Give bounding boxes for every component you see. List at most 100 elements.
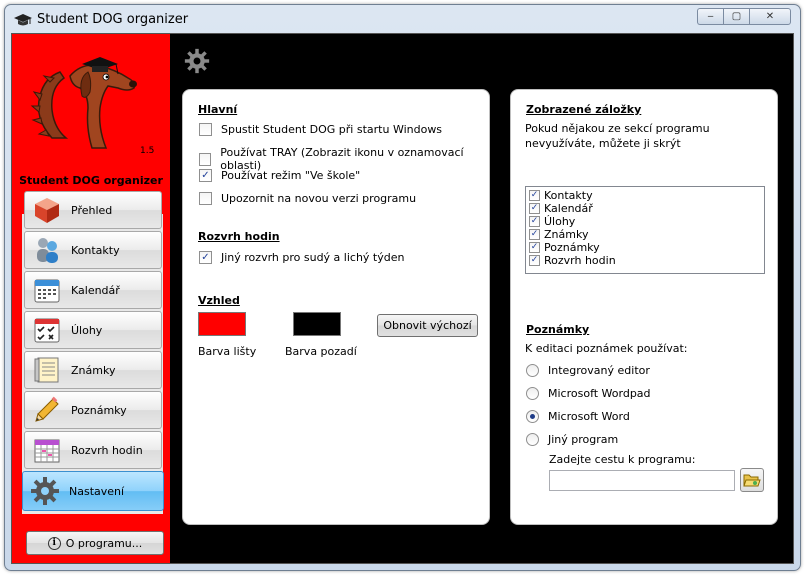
sidebar-item-znamky[interactable]: Známky — [24, 351, 162, 389]
tab-toggle-ulohy[interactable]: ✓ Úlohy — [529, 215, 761, 228]
notes-editor-integrated[interactable]: Integrovaný editor — [526, 364, 650, 377]
browse-folder-button[interactable] — [740, 468, 764, 492]
sidebar-item-label: Úlohy — [71, 323, 103, 337]
window-controls: ‒ ▢ ✕ — [697, 8, 791, 25]
sidebar-item-rozvrh-hodin[interactable]: Rozvrh hodin — [24, 431, 162, 469]
sidebar-item-ulohy[interactable]: Úlohy — [24, 311, 162, 349]
tab-toggle-rozvrh-hodin[interactable]: ✓ Rozvrh hodin — [529, 254, 761, 267]
mortarboard-icon — [14, 14, 32, 26]
sidebar: 1.5 Student DOG organizer Přehled Kontak… — [12, 34, 170, 563]
bar-color-swatch[interactable] — [198, 312, 246, 336]
checkbox-checked[interactable]: ✓ — [529, 229, 540, 240]
maximize-button[interactable]: ▢ — [723, 8, 749, 25]
bar-color-label: Barva lišty — [198, 345, 257, 358]
program-path-label: Zadejte cestu k programu: — [549, 453, 696, 466]
tasks-icon — [31, 314, 63, 346]
checkbox-checked[interactable]: ✓ — [529, 255, 540, 266]
option-label: Jiný rozvrh pro sudý a lichý týden — [221, 251, 405, 264]
tabs-section-title: Zobrazené záložky — [526, 103, 642, 116]
radio-label: Integrovaný editor — [548, 364, 650, 377]
settings-header-gear-icon — [184, 48, 210, 74]
about-button-label: O programu... — [65, 536, 143, 550]
cube-icon — [31, 194, 63, 226]
calendar-icon — [31, 274, 63, 306]
visible-tabs-list[interactable]: ✓ Kontakty ✓ Kalendář ✓ Úlohy ✓ Známky ✓ Pozn… — [525, 186, 765, 274]
notes-editor-wordpad[interactable]: Microsoft Wordpad — [526, 387, 651, 400]
close-button[interactable]: ✕ — [749, 8, 791, 25]
tab-toggle-kontakty[interactable]: ✓ Kontakty — [529, 189, 761, 202]
option-school-mode[interactable]: ✓ Používat režim "Ve škole" — [199, 169, 360, 182]
checkbox[interactable] — [199, 192, 212, 205]
notes-editor-other[interactable]: Jiný program — [526, 433, 618, 446]
sidebar-app-name: Student DOG organizer — [19, 174, 163, 187]
checkbox-checked[interactable]: ✓ — [529, 190, 540, 201]
radio-label: Microsoft Word — [548, 410, 630, 423]
sidebar-item-label: Přehled — [71, 203, 113, 217]
tab-toggle-znamky[interactable]: ✓ Známky — [529, 228, 761, 241]
notes-section-title: Poznámky — [526, 323, 590, 336]
sidebar-item-poznamky[interactable]: Poznámky — [24, 391, 162, 429]
radio-button[interactable] — [526, 364, 539, 377]
radio-label: Microsoft Wordpad — [548, 387, 651, 400]
reset-defaults-button[interactable]: Obnovit výchozí — [377, 314, 478, 337]
client-area: 1.5 Student DOG organizer Přehled Kontak… — [11, 33, 794, 564]
notes-description: K editaci poznámek používat: — [525, 342, 688, 355]
radio-button-selected[interactable] — [526, 410, 539, 423]
timetable-section-title: Rozvrh hodin — [198, 230, 280, 243]
tab-toggle-label: Kontakty — [544, 189, 593, 202]
checkbox[interactable] — [199, 152, 212, 166]
tab-toggle-label: Kalendář — [544, 202, 593, 215]
radio-dot — [530, 414, 535, 419]
tab-toggle-label: Rozvrh hodin — [544, 254, 616, 267]
radio-button[interactable] — [526, 387, 539, 400]
background-color-swatch[interactable] — [293, 312, 341, 336]
dog-logo-icon — [30, 57, 137, 149]
option-update-notify[interactable]: Upozornit na novou verzi programu — [199, 192, 416, 205]
appearance-section-title: Vzhled — [198, 294, 240, 307]
background-color-label: Barva pozadí — [285, 345, 357, 358]
window-title: Student DOG organizer — [37, 12, 189, 27]
version-label: 1.5 — [140, 146, 155, 156]
tabs-description: Pokud nějakou ze sekcí programu nevyužív… — [525, 122, 710, 150]
timetable-icon — [31, 434, 63, 466]
option-label: Upozornit na novou verzi programu — [221, 192, 417, 205]
checkbox-checked[interactable]: ✓ — [199, 251, 212, 264]
about-button[interactable]: i O programu... — [26, 531, 164, 555]
sidebar-item-nastaveni[interactable]: Nastavení — [22, 471, 164, 511]
checkbox-checked[interactable]: ✓ — [529, 242, 540, 253]
info-icon: i — [47, 536, 61, 550]
general-section-title: Hlavní — [198, 103, 238, 116]
grades-icon — [31, 354, 63, 386]
radio-button[interactable] — [526, 433, 539, 446]
program-path-input[interactable] — [549, 470, 735, 491]
sidebar-item-kalendar[interactable]: Kalendář — [24, 271, 162, 309]
radio-label: Jiný program — [548, 433, 619, 446]
tab-toggle-kalendar[interactable]: ✓ Kalendář — [529, 202, 761, 215]
tab-toggle-label: Poznámky — [544, 241, 600, 254]
sidebar-item-label: Rozvrh hodin — [71, 443, 143, 457]
sidebar-item-kontakty[interactable]: Kontakty — [24, 231, 162, 269]
settings-left-panel: Hlavní Spustit Student DOG při startu Wi… — [182, 89, 490, 525]
option-odd-even-week[interactable]: ✓ Jiný rozvrh pro sudý a lichý týden — [199, 251, 404, 264]
tab-toggle-label: Známky — [544, 228, 589, 241]
app-window: Student DOG organizer ‒ ▢ ✕ 1.5 Student … — [4, 4, 801, 571]
sidebar-item-label: Nastavení — [69, 484, 125, 498]
checkbox-checked[interactable]: ✓ — [199, 169, 212, 182]
checkbox-checked[interactable]: ✓ — [529, 216, 540, 227]
tab-toggle-poznamky[interactable]: ✓ Poznámky — [529, 241, 761, 254]
title-bar[interactable]: Student DOG organizer ‒ ▢ ✕ — [5, 5, 800, 33]
sidebar-item-label: Kalendář — [71, 283, 120, 297]
sidebar-item-label: Kontakty — [71, 243, 120, 257]
option-label: Používat režim "Ve škole" — [221, 169, 361, 182]
option-start-with-windows[interactable]: Spustit Student DOG při startu Windows — [199, 123, 442, 136]
pencil-icon — [31, 394, 63, 426]
minimize-button[interactable]: ‒ — [697, 8, 723, 25]
sidebar-item-label: Poznámky — [71, 403, 127, 417]
gear-icon — [29, 475, 61, 507]
notes-editor-word[interactable]: Microsoft Word — [526, 410, 630, 423]
folder-open-icon — [743, 474, 761, 487]
option-label: Spustit Student DOG při startu Windows — [221, 123, 443, 136]
sidebar-item-prehled[interactable]: Přehled — [24, 191, 162, 229]
checkbox-checked[interactable]: ✓ — [529, 203, 540, 214]
checkbox[interactable] — [199, 123, 212, 136]
